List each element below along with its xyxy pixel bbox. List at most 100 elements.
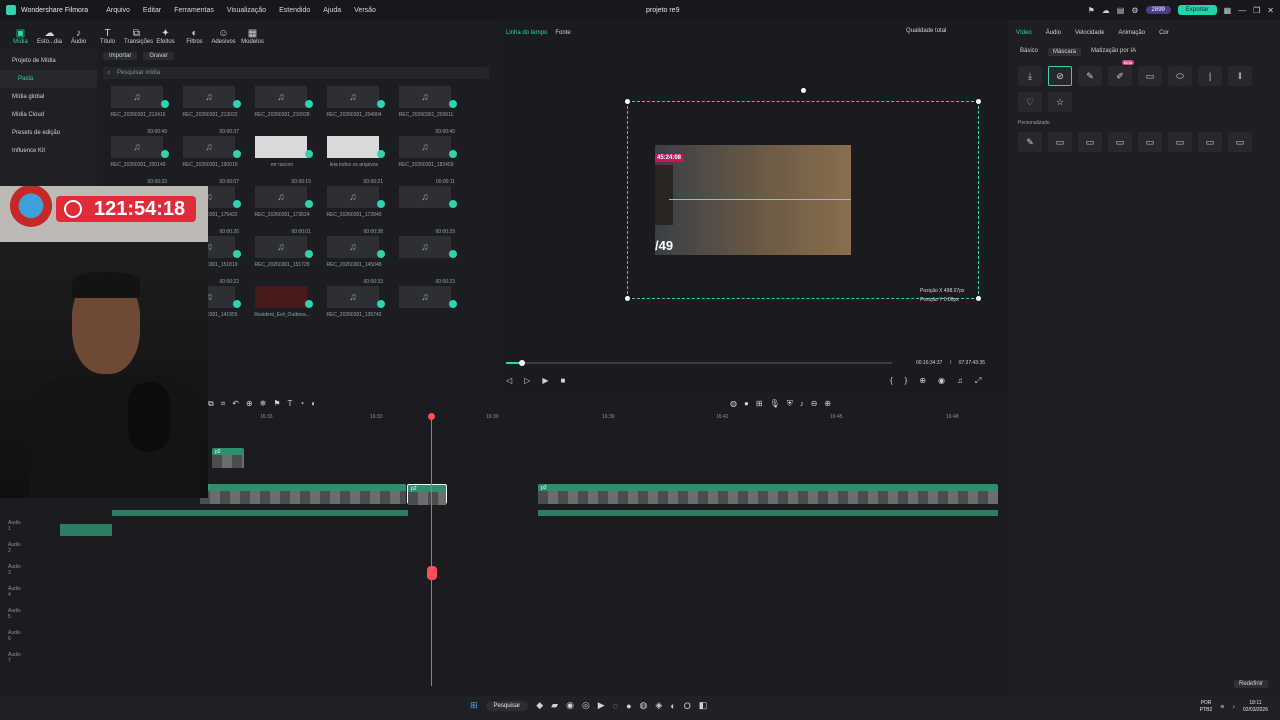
playhead-cut-icon[interactable] xyxy=(427,566,437,580)
custom-mask-icon[interactable]: ▭ xyxy=(1048,132,1072,152)
settings-icon[interactable]: ⚙ xyxy=(1131,6,1138,15)
maximize-icon[interactable]: ❐ xyxy=(1253,6,1260,15)
filmora-icon[interactable]: ▶ xyxy=(598,700,605,711)
video-clip-selected[interactable]: p2 xyxy=(407,484,447,505)
mask-ai-icon[interactable]: ✐ Beta xyxy=(1108,60,1134,86)
subtab-matizacao[interactable]: Matização por IA xyxy=(1091,48,1136,56)
taskbar-search[interactable]: Pesquisar xyxy=(485,700,529,711)
whatsapp-icon[interactable]: ◍ xyxy=(640,700,648,711)
record-icon[interactable]: ● xyxy=(744,399,749,409)
mic-icon[interactable]: 🎙 xyxy=(770,399,780,409)
tab-video[interactable]: Vídeo xyxy=(1016,30,1032,36)
tool-efeitos[interactable]: ✦ Efeitos xyxy=(153,28,178,46)
custom-mask-icon[interactable]: ▭ xyxy=(1108,132,1132,152)
snap-icon[interactable]: ⊞ xyxy=(756,399,763,409)
menu-versao[interactable]: Versão xyxy=(354,7,376,14)
fullscreen-icon[interactable]: ⤢ xyxy=(975,376,981,386)
snapshot-icon[interactable]: ◉ xyxy=(938,376,945,386)
split-icon[interactable]: ⧉ xyxy=(208,399,214,409)
media-item[interactable]: Resident_Evil_Outbrea... xyxy=(245,282,317,332)
layout-grid-icon[interactable]: ▦ xyxy=(1224,6,1232,15)
media-item[interactable]: ♫ 00:00:49 REC_20260301_200149 xyxy=(101,129,173,182)
clock-time[interactable]: 18:11 xyxy=(1243,700,1268,707)
cloud-icon[interactable]: ☁ xyxy=(1102,6,1110,15)
sidebar-item-projeto[interactable]: Projeto de Mídia xyxy=(0,52,97,70)
chat-icon[interactable]: ◌ xyxy=(613,701,618,711)
sidebar-item-pasta[interactable]: Pasta xyxy=(0,70,97,88)
mask-ellipse-icon[interactable]: ⬭ xyxy=(1168,66,1192,86)
mask-line[interactable] xyxy=(669,199,851,200)
media-item[interactable]: ♫ 00:00:21 REC_20260301_172840 xyxy=(317,179,389,232)
steam-icon[interactable]: ◎ xyxy=(582,700,590,711)
media-item[interactable]: ♫ REC_20260301_204904 xyxy=(317,82,389,132)
media-item[interactable]: ♫ 00:00:37 REC_20260301_190010 xyxy=(173,129,245,182)
mask-import-icon[interactable]: ⤓ xyxy=(1018,66,1042,86)
tab-cor[interactable]: Cor xyxy=(1159,30,1169,36)
reset-button[interactable]: Redefinir xyxy=(1233,680,1268,688)
custom-mask-draw-icon[interactable]: ✎ xyxy=(1018,132,1042,152)
subtab-basico[interactable]: Básico xyxy=(1020,48,1038,56)
media-item[interactable]: ♫ 00:00:38 REC_20260301_145048 xyxy=(317,229,389,282)
audio-waveform[interactable] xyxy=(112,510,408,516)
plus-icon[interactable]: ⊕ xyxy=(824,399,831,409)
rotate-handle[interactable] xyxy=(801,88,806,93)
overlay-clip[interactable]: p2 xyxy=(212,448,244,468)
play-icon[interactable]: ▶ xyxy=(542,376,548,385)
mask-draw-icon[interactable]: ✎ xyxy=(1078,66,1102,86)
lang[interactable]: POR xyxy=(1200,700,1213,707)
text-tool-icon[interactable]: T xyxy=(288,399,293,409)
close-icon[interactable]: ✕ xyxy=(1267,6,1274,15)
prev-frame-icon[interactable]: ◁ xyxy=(506,376,512,385)
media-item[interactable]: ♫ REC_20260301_213416 xyxy=(101,82,173,132)
sidebar-item-midia-cloud[interactable]: Mídia Cloud xyxy=(0,106,97,124)
credits-badge[interactable]: 2899 xyxy=(1145,6,1171,14)
freeze-icon[interactable]: ❄ xyxy=(260,399,267,409)
media-item[interactable]: mr raccon xyxy=(245,132,317,182)
media-item[interactable]: ♫ 00:00:40 REC_20260301_182459 xyxy=(389,129,461,182)
search-input[interactable]: ⌕ Pesquisar mídia xyxy=(103,67,489,79)
tool-modelos[interactable]: ▦ Modelos xyxy=(240,28,265,46)
minimize-icon[interactable]: — xyxy=(1238,6,1246,15)
video-clip[interactable]: p2 xyxy=(538,484,998,504)
app2-icon[interactable]: ◧ xyxy=(699,700,708,711)
zoom-tool-icon[interactable]: ⊕ xyxy=(246,399,253,409)
media-item[interactable]: ♫ 00:00:11 xyxy=(389,179,461,232)
sidebar-item-influence-kit[interactable]: Influence Kit xyxy=(0,142,97,160)
discord-icon[interactable]: ◉ xyxy=(566,700,574,711)
custom-mask-icon[interactable]: ▭ xyxy=(1228,132,1252,152)
progress-knob[interactable] xyxy=(519,360,525,366)
tool-adesivos[interactable]: ☺ Adesivos xyxy=(211,28,236,46)
media-item[interactable]: ♫ REC_20260301_213022 xyxy=(173,82,245,132)
tab-audio[interactable]: Áudio xyxy=(1046,30,1061,36)
media-item[interactable]: ♫ 00:00:15 REC_20260301_173624 xyxy=(245,179,317,232)
video-clip[interactable]: p2 xyxy=(200,484,406,504)
explorer-icon[interactable]: ▰ xyxy=(551,700,558,711)
opera-icon[interactable]: O xyxy=(684,701,691,711)
tab-fonte[interactable]: Fonte xyxy=(555,30,570,36)
menu-editar[interactable]: Editar xyxy=(143,7,161,14)
shield-icon[interactable]: ⛨ xyxy=(787,399,793,409)
media-item[interactable]: ♫ REC_20260301_210928 xyxy=(245,82,317,132)
audio-waveform[interactable] xyxy=(538,510,998,516)
media-item[interactable]: leia todos os arquivos xyxy=(317,132,389,182)
tool-audio[interactable]: ♪ Áudio xyxy=(66,28,91,46)
obs-icon[interactable]: ◐ xyxy=(670,701,675,711)
app-icon[interactable]: ◈ xyxy=(655,700,662,711)
resize-handle[interactable] xyxy=(976,99,981,104)
tab-animacao[interactable]: Animação xyxy=(1118,30,1145,36)
playhead[interactable] xyxy=(431,414,432,686)
ai-icon[interactable]: ◍ xyxy=(730,399,737,409)
menu-ajuda[interactable]: Ajuda xyxy=(323,7,341,14)
menu-ferramentas[interactable]: Ferramentas xyxy=(174,7,214,14)
volume-tray-icon[interactable]: ♪ xyxy=(1232,704,1235,711)
windows-start-icon[interactable]: ⊞ xyxy=(470,700,478,711)
mask-double-line-icon[interactable]: ‖ xyxy=(1228,66,1252,86)
media-item[interactable]: ♫ REC_20260301_203611 xyxy=(389,82,461,132)
import-button[interactable]: Importar xyxy=(103,52,138,60)
playhead-handle[interactable] xyxy=(428,413,435,420)
mask-star-icon[interactable]: ☆ xyxy=(1048,92,1072,112)
sidebar-item-presets[interactable]: Presets de edição xyxy=(0,124,97,142)
subtab-mascara[interactable]: Máscara xyxy=(1048,48,1082,56)
brave-icon[interactable]: ◆ xyxy=(536,700,543,711)
menu-estendido[interactable]: Estendido xyxy=(279,7,310,14)
